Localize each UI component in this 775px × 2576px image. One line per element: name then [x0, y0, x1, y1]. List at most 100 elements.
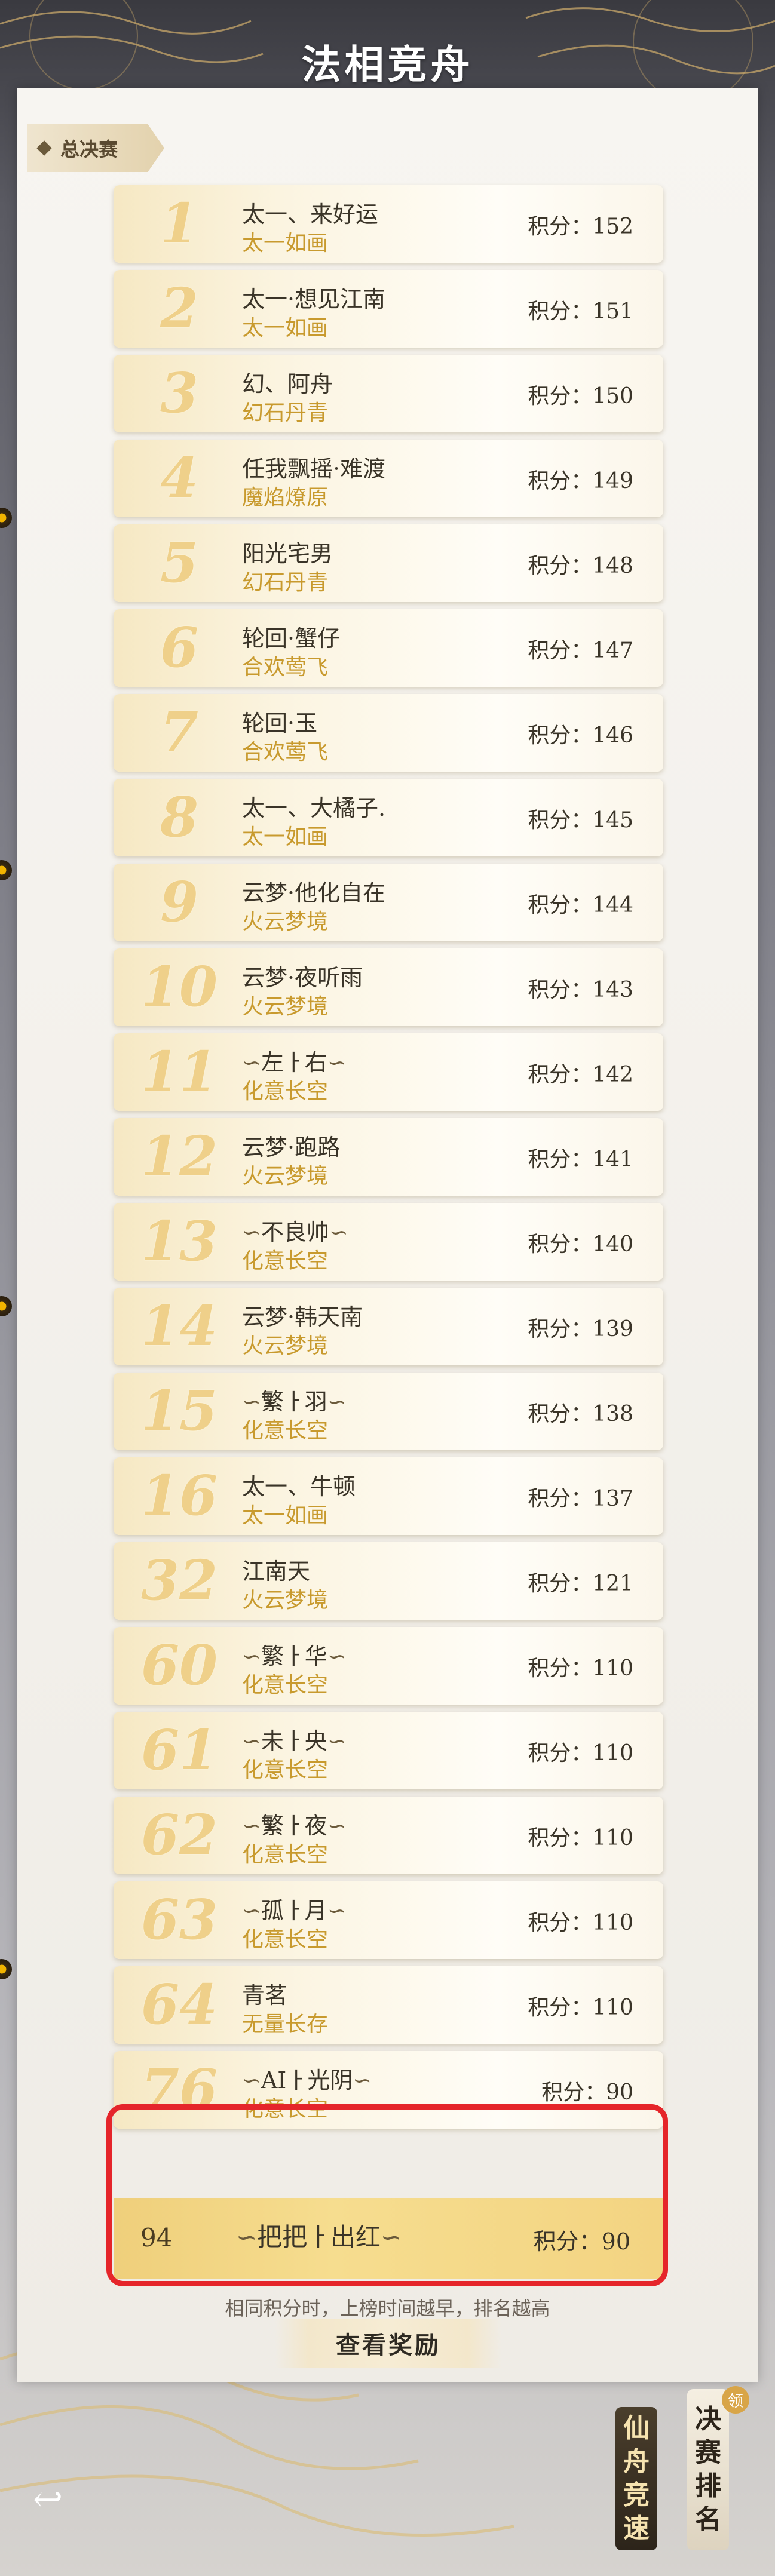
score-label: 积分： [528, 808, 593, 833]
score: 积分：90 [541, 2075, 633, 2106]
leaderboard-row[interactable]: 61 ∽未ㅏ央∽ 化意长空 积分：110 [114, 1712, 663, 1789]
tab-finals-label: 总决赛 [60, 138, 118, 161]
score: 积分：110 [528, 1990, 633, 2021]
score: 积分：140 [528, 1227, 633, 1258]
score-label: 积分： [528, 978, 593, 1002]
score-label: 积分： [528, 1741, 593, 1766]
score: 积分：150 [528, 379, 633, 410]
score-value: 144 [592, 893, 633, 917]
view-rewards-button[interactable]: 查看奖励 [275, 2319, 502, 2368]
player-name: ∽AIㅏ光阴∽ [242, 2062, 372, 2095]
score-label: 积分： [528, 1656, 593, 1681]
score-value: 90 [606, 2080, 633, 2105]
score: 积分：144 [528, 888, 633, 919]
rank-number: 64 [140, 1972, 218, 2037]
player-name: 太一、牛顿 [242, 1473, 356, 1500]
final-ranking-label-char: 赛 [695, 2437, 721, 2468]
guild-name: 化意长空 [242, 1419, 329, 1443]
back-arrow-icon[interactable]: ↩ [24, 2476, 72, 2523]
leaderboard-row[interactable]: 16 太一、牛顿太一如画 积分：137 [114, 1457, 663, 1535]
leaderboard-row[interactable]: 4 任我飘摇·难渡 魔焰燎原 积分：149 [114, 440, 663, 517]
score-value: 138 [592, 1402, 633, 1426]
rank-number: 16 [140, 1463, 218, 1528]
leaderboard-row[interactable]: 60 ∽繁ㅏ华∽ 化意长空 积分：110 [114, 1627, 663, 1705]
leaderboard-row[interactable]: 11 ∽左ㅏ右∽ 化意长空 积分：142 [114, 1033, 663, 1111]
leaderboard-row[interactable]: 5 阳光宅男 幻石丹青 积分：148 [114, 524, 663, 602]
leaderboard-row[interactable]: 6 轮回·蟹仔 合欢莺飞 积分：147 [114, 609, 663, 687]
boat-race-label-char: 仙 [623, 2413, 650, 2443]
claim-badge[interactable]: 领 [722, 2386, 749, 2414]
guild-name: 太一如画 [242, 1503, 329, 1528]
leaderboard-row[interactable]: 64 青茗 无量长存 积分：110 [114, 1966, 663, 2044]
guild-name: 无量长存 [242, 2012, 329, 2037]
player-name: ∽繁ㅏ羽∽ [242, 1383, 347, 1416]
player-name: 太一·想见江南 [242, 286, 386, 312]
guild-name: 火云梦境 [242, 1588, 329, 1613]
ornament-left-icon: ∽ [242, 1219, 261, 1245]
player-name: 幻、阿舟 [242, 371, 333, 397]
score-label: 积分： [528, 469, 593, 493]
score-value: 137 [592, 1487, 633, 1511]
leaderboard-row[interactable]: 10 云梦·夜听雨 火云梦境 积分：143 [114, 948, 663, 1026]
leaderboard-row[interactable]: 32 江南天 火云梦境 积分：121 [114, 1542, 663, 1620]
rank-number: 62 [140, 1803, 218, 1867]
leaderboard-row[interactable]: 2 太一·想见江南 太一如画 积分：151 [114, 270, 663, 348]
guild-name: 火云梦境 [242, 910, 329, 934]
score-value: 145 [592, 808, 633, 833]
leaderboard-row[interactable]: 15 ∽繁ㅏ羽∽ 化意长空 积分：138 [114, 1373, 663, 1450]
leaderboard-row[interactable]: 1 太一、来好运 太一如画 积分：152 [114, 185, 663, 263]
final-ranking-button[interactable]: 决赛排名 [687, 2389, 729, 2550]
leaderboard-row[interactable]: 8 太一、大橘子. 太一如画 积分：145 [114, 779, 663, 856]
score: 积分：152 [528, 209, 633, 240]
score-value: 149 [592, 469, 633, 493]
tab-finals[interactable]: 总决赛 [27, 124, 164, 172]
score-label: 积分： [528, 299, 593, 324]
leaderboard-row[interactable]: 12 云梦·跑路 火云梦境 积分：141 [114, 1118, 663, 1196]
score: 积分：143 [528, 972, 633, 1003]
score-label: 积分： [528, 1317, 593, 1341]
score: 积分：110 [528, 1905, 633, 1936]
score-label: 积分： [528, 1402, 593, 1426]
score-label: 积分： [528, 214, 593, 239]
boat-race-button[interactable]: 仙舟竞速 [615, 2407, 657, 2550]
player-name-text: 孤ㅏ月 [261, 1898, 327, 1924]
player-name: 太一、大橘子. [242, 795, 386, 821]
leaderboard-row[interactable]: 14 云梦·韩天南 火云梦境 积分：139 [114, 1288, 663, 1365]
guild-name: 幻石丹青 [242, 401, 329, 425]
score-label: 积分： [528, 384, 593, 409]
score-value: 151 [592, 299, 633, 324]
score-label: 积分： [541, 2080, 606, 2105]
leaderboard-row[interactable]: 9 云梦·他化自在 火云梦境 积分：144 [114, 864, 663, 941]
leaderboard-row[interactable]: 13 ∽不良帅∽ 化意长空 积分：140 [114, 1203, 663, 1281]
final-ranking-label-char: 决 [695, 2404, 721, 2434]
leaderboard-row[interactable]: 62 ∽繁ㅏ夜∽ 化意长空 积分：110 [114, 1797, 663, 1874]
score-value: 142 [592, 1063, 633, 1087]
score-value: 110 [592, 1741, 633, 1766]
guild-name: 太一如画 [242, 316, 329, 340]
ornament-right-icon: ∽ [327, 1389, 347, 1415]
score: 积分：138 [528, 1396, 633, 1427]
leaderboard-row[interactable]: 63 ∽孤ㅏ月∽ 化意长空 积分：110 [114, 1881, 663, 1959]
guild-name: 合欢莺飞 [242, 740, 329, 764]
ornament-left-icon: ∽ [242, 1643, 261, 1669]
score-label: 积分： [528, 1911, 593, 1935]
score-label: 积分： [528, 554, 593, 578]
guild-name: 魔焰燎原 [242, 486, 329, 510]
score: 积分：110 [528, 1820, 633, 1852]
score-label: 积分： [528, 1487, 593, 1511]
score-value: 110 [592, 1656, 633, 1681]
score-value: 121 [592, 1571, 633, 1596]
score: 积分：146 [528, 718, 633, 749]
player-name-text: 不良帅 [261, 1219, 329, 1245]
score-value: 148 [592, 554, 633, 578]
score: 积分：142 [528, 1057, 633, 1088]
leaderboard-row[interactable]: 3 幻、阿舟幻石丹青 积分：150 [114, 355, 663, 432]
ornament-left-icon: ∽ [242, 1813, 261, 1839]
guild-name: 化意长空 [242, 1927, 329, 1952]
guild-name: 化意长空 [242, 1843, 329, 1867]
score-label: 积分： [528, 1826, 593, 1850]
player-name: ∽繁ㅏ夜∽ [242, 1807, 347, 1840]
leaderboard-row[interactable]: 7 轮回·玉 合欢莺飞 积分：146 [114, 694, 663, 772]
rank-number: 3 [160, 361, 198, 425]
guild-name: 火云梦境 [242, 994, 329, 1019]
